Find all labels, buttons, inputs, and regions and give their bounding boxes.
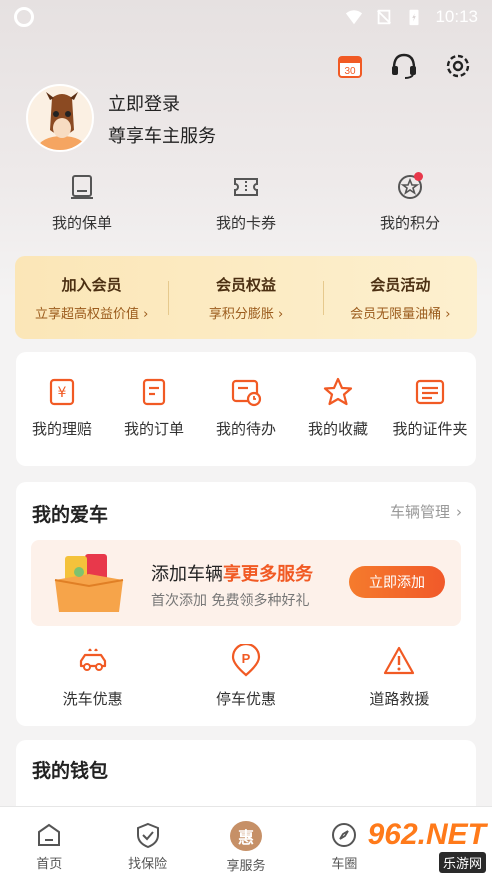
chevron-right-icon: ›: [445, 306, 451, 322]
notification-dot: [414, 172, 423, 181]
todo-icon: [231, 379, 262, 407]
quick-item-label: 我的保单: [51, 214, 112, 232]
customer-service-icon[interactable]: [388, 50, 420, 82]
order-icon: [142, 378, 166, 406]
profile-subtitle: 尊享车主服务: [108, 126, 216, 147]
quick-item-points[interactable]: 我的积分: [328, 172, 492, 242]
warning-icon: [384, 646, 415, 675]
star-icon: [323, 377, 353, 406]
quick-item-coupon[interactable]: 我的卡券: [164, 172, 328, 242]
banner-title: 添加车辆享更多服务: [151, 560, 313, 586]
quick-item-policy[interactable]: 我的保单: [0, 172, 164, 242]
policy-icon: [71, 175, 93, 199]
car-wash-icon: [79, 648, 106, 671]
status-bar: 10:13: [0, 0, 492, 34]
svg-text:P: P: [242, 651, 251, 666]
car-service-parking[interactable]: P 停车优惠: [169, 644, 322, 709]
tab-services[interactable]: 惠 享服务: [197, 807, 295, 874]
chevron-right-icon: ›: [143, 306, 149, 322]
banner-subtitle: 首次添加 免费领多种好礼: [151, 593, 310, 609]
service-label: 我的收藏: [307, 420, 368, 438]
member-sub: 会员无限量油桶: [350, 306, 442, 322]
calendar-icon[interactable]: 30: [334, 50, 366, 82]
parking-icon: P: [231, 644, 261, 677]
car-service-label: 停车优惠: [215, 690, 276, 708]
gift-box-icon: [54, 554, 124, 612]
membership-bar: 加入会员 立享超高权益价值 › 会员权益 享积分膨胀 › 会员活动 会员无限量油…: [15, 256, 477, 339]
login-link[interactable]: 立即登录: [108, 90, 180, 116]
coupon-icon: [234, 178, 258, 196]
service-order[interactable]: 我的订单: [108, 376, 200, 466]
service-favorites[interactable]: 我的收藏: [292, 376, 384, 466]
section-title: 我的钱包: [32, 760, 109, 782]
service-label: 我的理赔: [31, 420, 92, 438]
watermark-sub: 乐游网: [438, 852, 486, 873]
svg-text:¥: ¥: [58, 385, 67, 401]
tab-label: 车圈: [331, 857, 358, 872]
claim-icon: ¥: [49, 378, 75, 406]
section-title: 我的爱车: [32, 504, 109, 526]
banner-title-prefix: 添加车辆: [151, 564, 223, 585]
service-label: 我的订单: [123, 420, 184, 438]
watermark: 962.NET 乐游网: [356, 818, 486, 873]
hui-icon: 惠: [230, 821, 263, 851]
vehicle-manage-label: 车辆管理: [389, 503, 450, 521]
add-vehicle-button[interactable]: 立即添加: [349, 566, 445, 598]
car-service-label: 洗车优惠: [62, 690, 123, 708]
service-todo[interactable]: 我的待办: [200, 376, 292, 466]
header-actions: 30: [334, 50, 474, 82]
signal-off-icon: [377, 9, 392, 25]
my-services-card: ¥ 我的理赔 我的订单 我的待办 我的收藏 我的证件夹: [16, 352, 476, 466]
calendar-day: 30: [344, 66, 356, 77]
chevron-right-icon: ›: [456, 502, 462, 521]
document-folder-icon: [415, 379, 445, 405]
home-icon: [38, 823, 61, 846]
vehicle-manage-link[interactable]: 车辆管理 ›: [390, 501, 462, 522]
car-services: 洗车优惠 P 停车优惠 道路救援: [16, 644, 476, 709]
gear-icon[interactable]: [442, 50, 474, 82]
watermark-brand: 962.NET: [367, 818, 486, 851]
add-vehicle-banner[interactable]: 添加车辆享更多服务 首次添加 免费领多种好礼 立即添加: [31, 540, 461, 626]
service-label: 我的待办: [215, 420, 276, 438]
service-claim[interactable]: ¥ 我的理赔: [16, 376, 108, 466]
member-title: 会员权益: [215, 275, 276, 294]
header-background: [0, 0, 492, 300]
banner-title-highlight: 享更多服务: [223, 564, 313, 585]
clock: 10:13: [435, 7, 478, 26]
service-label: 我的证件夹: [392, 420, 468, 438]
shield-icon: [136, 822, 159, 849]
member-sub: 享积分膨胀: [208, 306, 274, 322]
battery-icon: [409, 9, 419, 26]
my-car-card: 我的爱车 车辆管理 › 添加车辆享更多服务 首次添加 免费领多种好礼 立即添加 …: [16, 482, 476, 726]
member-sub: 立享超高权益价值: [34, 306, 139, 322]
member-benefits[interactable]: 会员权益 享积分膨胀 ›: [169, 274, 322, 322]
quick-item-label: 我的积分: [379, 214, 440, 232]
tab-label: 享服务: [226, 859, 266, 874]
car-service-wash[interactable]: 洗车优惠: [16, 644, 169, 709]
avatar[interactable]: [26, 84, 94, 152]
quick-item-label: 我的卡券: [215, 214, 276, 232]
car-service-rescue[interactable]: 道路救援: [323, 644, 476, 709]
service-documents[interactable]: 我的证件夹: [384, 376, 476, 466]
member-join[interactable]: 加入会员 立享超高权益价值 ›: [15, 274, 168, 322]
chevron-right-icon: ›: [277, 306, 284, 322]
member-title: 会员活动: [370, 275, 431, 294]
car-service-label: 道路救援: [369, 690, 430, 708]
notification-icon: [14, 7, 34, 27]
compass-icon: [332, 823, 357, 847]
member-activities[interactable]: 会员活动 会员无限量油桶 ›: [324, 274, 477, 322]
tab-home[interactable]: 首页: [0, 807, 98, 874]
tab-insurance[interactable]: 找保险: [98, 807, 196, 874]
wifi-icon: [346, 10, 363, 25]
tab-label: 首页: [36, 857, 63, 872]
member-title: 加入会员: [61, 275, 122, 294]
tab-label: 找保险: [128, 857, 168, 872]
quick-entries: 我的保单 我的卡券 我的积分: [0, 172, 492, 242]
